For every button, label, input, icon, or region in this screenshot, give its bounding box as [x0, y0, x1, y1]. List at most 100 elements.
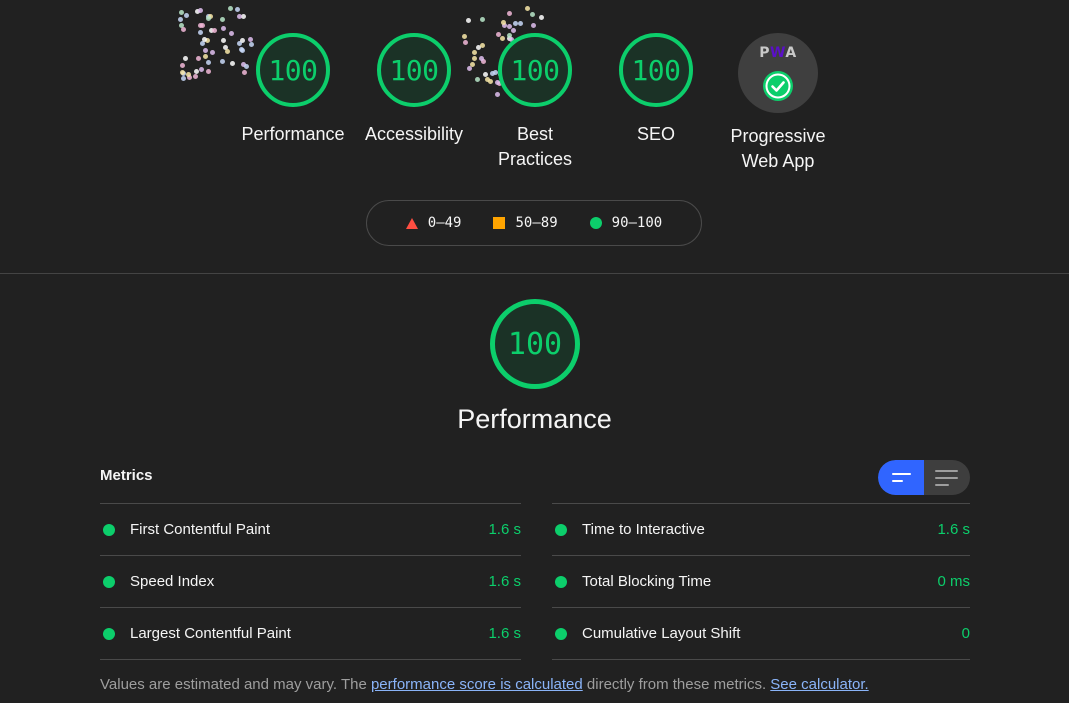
metric-row: Largest Contentful Paint 1.6 s: [100, 607, 521, 660]
confetti-dot: [180, 63, 185, 68]
confetti-dot: [241, 14, 246, 19]
confetti-dot: [221, 38, 226, 43]
pwa-logo-text: PWA: [738, 45, 818, 61]
pwa-logo-letter: W: [770, 45, 786, 61]
confetti-dot: [220, 59, 225, 64]
metric-row: Cumulative Layout Shift 0: [552, 607, 970, 660]
gauge-label: Accessibility: [364, 124, 464, 144]
metric-name: Cumulative Layout Shift: [582, 625, 741, 642]
confetti-dot: [198, 23, 203, 28]
confetti-dot: [208, 14, 213, 19]
gauge-label: Performance: [241, 124, 345, 144]
confetti-dot: [518, 21, 523, 26]
metrics-view-toggle[interactable]: [878, 460, 970, 495]
performance-title: Performance: [457, 404, 612, 434]
confetti-dot: [206, 60, 211, 65]
metric-row: First Contentful Paint 1.6 s: [100, 503, 521, 555]
confetti-dot: [181, 76, 186, 81]
gauge-pwa[interactable]: PWA Progressive Web App: [718, 33, 838, 174]
gauge-score: 100: [268, 53, 318, 87]
pwa-logo-letter: P: [759, 45, 771, 61]
confetti-dot: [507, 11, 512, 16]
score-legend: 0–49 50–89 90–100: [366, 200, 702, 246]
metrics-header: Metrics: [100, 467, 153, 484]
gauge-ring: 100: [256, 33, 330, 107]
metrics-footnote: Values are estimated and may vary. The p…: [100, 676, 869, 693]
confetti-dot: [199, 67, 204, 72]
gauge-score: 100: [389, 53, 439, 87]
confetti-dot: [539, 15, 544, 20]
confetti-dot: [186, 72, 191, 77]
metric-row: Speed Index 1.6 s: [100, 555, 521, 607]
confetti-dot: [202, 37, 207, 42]
performance-gauge: 100: [490, 299, 580, 389]
confetti-dot: [220, 17, 225, 22]
gauge-seo[interactable]: 100 SEO: [596, 33, 716, 147]
confetti-dot: [195, 9, 200, 14]
confetti-dot: [181, 27, 186, 32]
confetti-dot: [178, 17, 183, 22]
metric-row: Time to Interactive 1.6 s: [552, 503, 970, 555]
confetti-dot: [200, 41, 205, 46]
confetti-dot: [223, 45, 228, 50]
compact-view-button[interactable]: [878, 460, 924, 495]
confetti-dot: [184, 13, 189, 18]
confetti-dot: [180, 70, 185, 75]
metric-value: 1.6 s: [488, 625, 521, 642]
pass-circle-icon: [103, 576, 115, 588]
confetti-dot: [193, 74, 198, 79]
metric-name: Time to Interactive: [582, 521, 705, 538]
metric-value: 0 ms: [937, 573, 970, 590]
legend-range: 50–89: [515, 215, 558, 231]
confetti-dot: [179, 10, 184, 15]
lines-icon: [892, 473, 911, 475]
gauge-label: SEO: [636, 124, 675, 144]
metric-name: Speed Index: [130, 573, 215, 590]
expanded-view-button[interactable]: [924, 460, 970, 495]
confetti-dot: [212, 28, 217, 33]
confetti-dot: [507, 24, 512, 29]
lines-icon: [935, 476, 958, 479]
confetti-dot: [530, 12, 535, 17]
gauge-ring: 100: [498, 33, 572, 107]
square-icon: [493, 217, 506, 229]
legend-item-average: 50–89: [493, 215, 558, 231]
gauge-score: 100: [631, 53, 681, 87]
legend-item-pass: 90–100: [589, 215, 663, 231]
confetti-dot: [480, 17, 485, 22]
confetti-dot: [181, 71, 186, 76]
gauge-label: Progressive Web App: [730, 126, 826, 171]
confetti-dot: [513, 21, 518, 26]
pass-circle-icon: [555, 524, 567, 536]
gauge-label: Best Practices: [497, 124, 573, 169]
confetti-dot: [206, 16, 211, 21]
confetti-dot: [525, 6, 530, 11]
confetti-dot: [210, 50, 215, 55]
confetti-dot: [198, 30, 203, 35]
gauge-performance[interactable]: 100 Performance: [233, 33, 353, 147]
pass-circle-icon: [103, 628, 115, 640]
metric-value: 1.6 s: [937, 521, 970, 538]
metrics-column-left: First Contentful Paint 1.6 s Speed Index…: [100, 503, 521, 660]
confetti-dot: [187, 75, 192, 80]
check-circle-icon: [763, 71, 793, 101]
confetti-dot: [205, 38, 210, 43]
gauge-accessibility[interactable]: 100 Accessibility: [354, 33, 474, 147]
confetti-dot: [206, 14, 211, 19]
legend-range: 90–100: [611, 215, 663, 231]
gauge-best-practices[interactable]: 100 Best Practices: [475, 33, 595, 172]
confetti-dot: [183, 56, 188, 61]
metric-value: 0: [961, 625, 970, 642]
confetti-dot: [221, 26, 226, 31]
metric-name: Total Blocking Time: [582, 573, 712, 590]
score-calculation-link[interactable]: performance score is calculated: [371, 676, 583, 693]
performance-score: 100: [507, 326, 563, 362]
confetti-dot: [196, 56, 201, 61]
lines-icon: [935, 483, 949, 486]
legend-item-fail: 0–49: [405, 215, 461, 231]
triangle-icon: [405, 217, 418, 229]
pwa-logo-letter: A: [785, 45, 797, 61]
confetti-dot: [237, 14, 242, 19]
see-calculator-link[interactable]: See calculator.: [770, 676, 868, 693]
metric-value: 1.6 s: [488, 573, 521, 590]
